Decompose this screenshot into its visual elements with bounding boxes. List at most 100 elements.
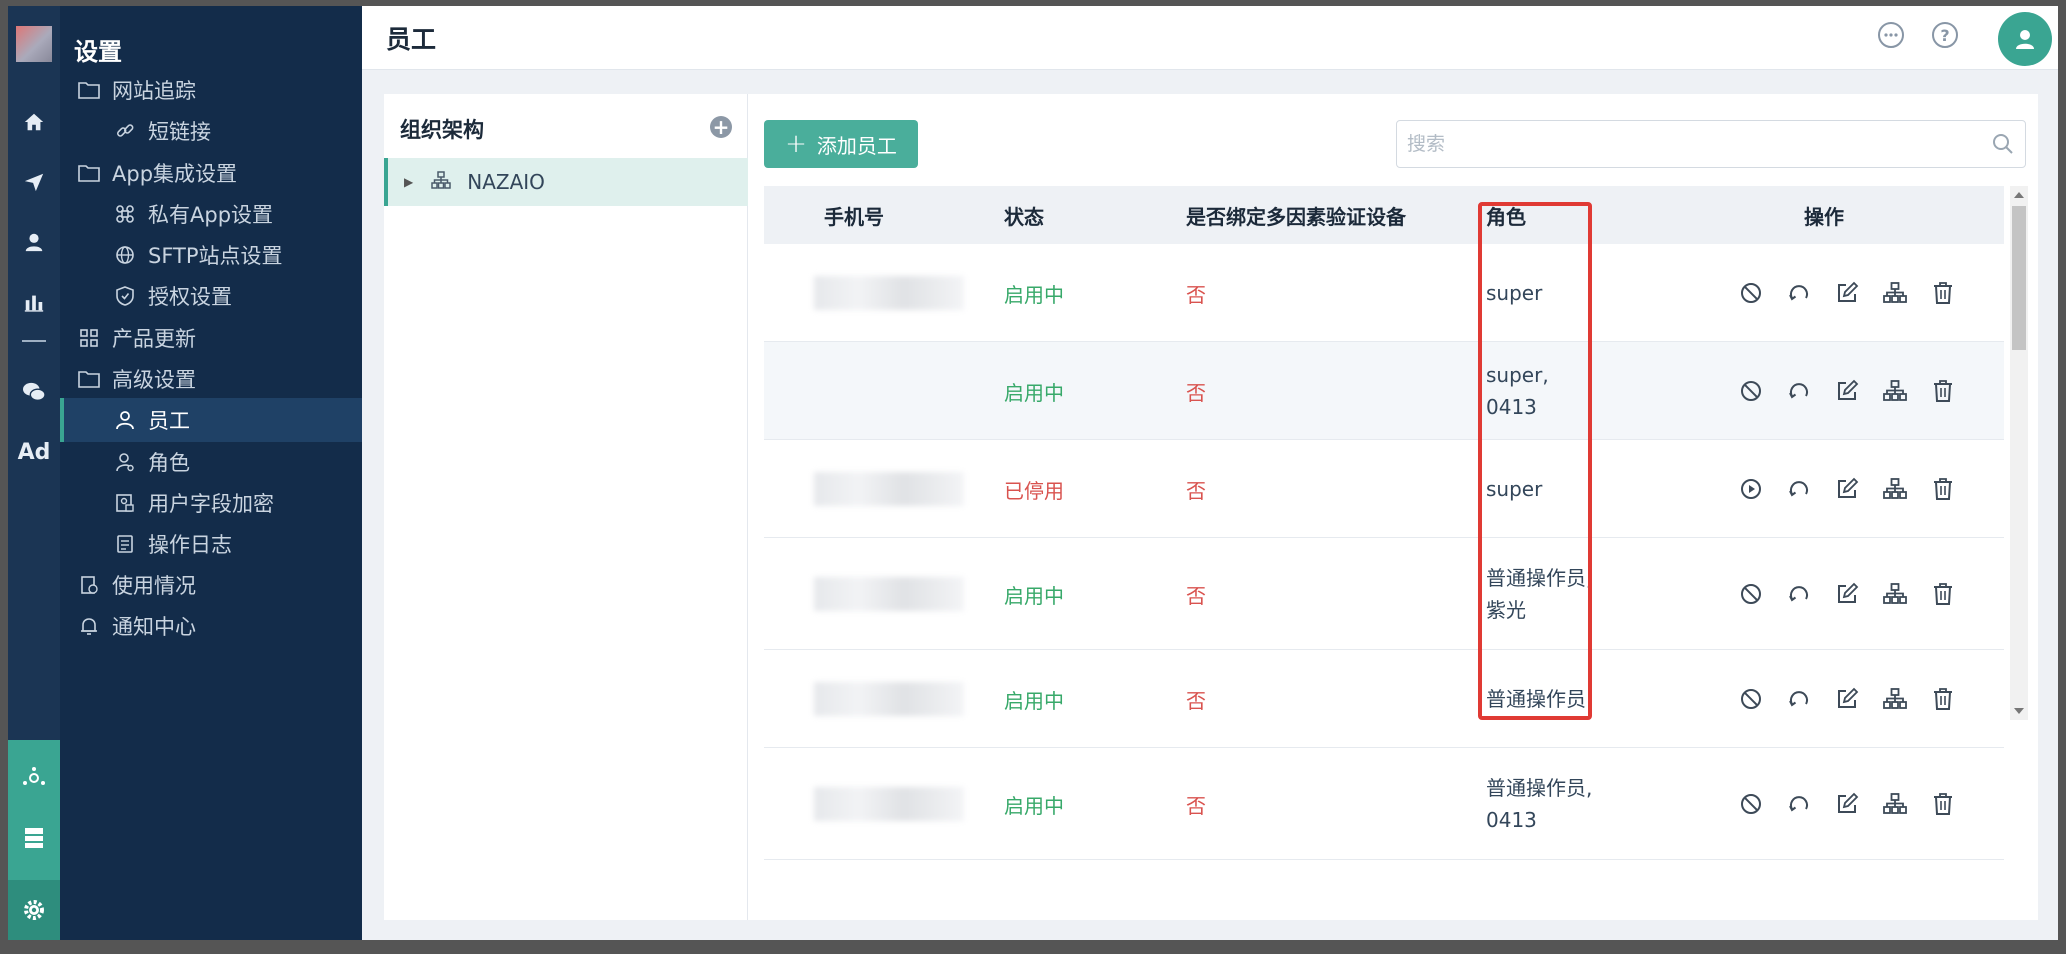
phone-number-redacted xyxy=(814,682,964,716)
globe-icon xyxy=(112,245,138,265)
sidebar-item-label: 网站追踪 xyxy=(112,79,196,103)
scroll-down-icon[interactable] xyxy=(2014,708,2024,714)
reset-password-icon[interactable] xyxy=(1782,472,1816,506)
sidebar-item-app-integration[interactable]: App集成设置 xyxy=(60,151,362,195)
scroll-thumb[interactable] xyxy=(2012,206,2026,350)
disable-icon[interactable] xyxy=(1734,787,1768,821)
sidebar-item-product-updates[interactable]: 产品更新 xyxy=(60,316,362,360)
delete-icon[interactable] xyxy=(1926,682,1960,716)
table-row[interactable]: 启用中 否 普通操作员 xyxy=(764,650,2004,748)
settings-gear-icon[interactable] xyxy=(8,880,60,940)
edit-icon[interactable] xyxy=(1830,682,1864,716)
server-icon[interactable] xyxy=(8,818,60,858)
sidebar-item-short-link[interactable]: 短链接 xyxy=(60,109,362,153)
reset-password-icon[interactable] xyxy=(1782,682,1816,716)
sidebar-item-label: 授权设置 xyxy=(148,285,232,309)
table-row[interactable]: 启用中 否 super xyxy=(764,244,2004,342)
disable-icon[interactable] xyxy=(1734,276,1768,310)
reset-password-icon[interactable] xyxy=(1782,787,1816,821)
disable-icon[interactable] xyxy=(1734,577,1768,611)
role-value: super, 0413 xyxy=(1486,363,1549,419)
sidebar-item-authorization[interactable]: 授权设置 xyxy=(60,274,362,318)
table-row[interactable]: 启用中 否 super, 0413 xyxy=(764,342,2004,440)
edit-icon[interactable] xyxy=(1830,472,1864,506)
send-icon[interactable] xyxy=(8,162,60,202)
col-phone: 手机号 xyxy=(824,204,884,229)
person-icon[interactable] xyxy=(8,222,60,262)
edit-icon[interactable] xyxy=(1830,276,1864,310)
org-tree-node[interactable]: ▶ NAZAIO xyxy=(384,158,748,206)
department-icon[interactable] xyxy=(1878,577,1912,611)
home-icon[interactable] xyxy=(8,102,60,142)
role-value: 普通操作员, 紫光 xyxy=(1486,566,1593,622)
phone-number-redacted xyxy=(814,472,964,506)
ad-icon[interactable]: Ad xyxy=(8,432,60,472)
sidebar-item-label: 私有App设置 xyxy=(148,203,274,227)
sidebar-item-operation-log[interactable]: 操作日志 xyxy=(60,522,362,566)
rail-divider xyxy=(22,340,46,342)
table-row[interactable]: 启用中 否 普通操作员, 紫光 xyxy=(764,538,2004,650)
reset-password-icon[interactable] xyxy=(1782,577,1816,611)
sidebar-item-usage[interactable]: 使用情况 xyxy=(60,563,362,607)
sidebar-item-advanced-settings[interactable]: 高级设置 xyxy=(60,357,362,401)
delete-icon[interactable] xyxy=(1926,374,1960,408)
sidebar-item-field-encryption[interactable]: 用户字段加密 xyxy=(60,481,362,525)
bar-chart-icon[interactable] xyxy=(8,282,60,322)
department-icon[interactable] xyxy=(1878,374,1912,408)
delete-icon[interactable] xyxy=(1926,276,1960,310)
department-icon[interactable] xyxy=(1878,472,1912,506)
table-row[interactable]: 已停用 否 super xyxy=(764,440,2004,538)
search-icon[interactable] xyxy=(1991,132,2015,160)
table-scrollbar[interactable] xyxy=(2010,186,2028,720)
sidebar-item-label: 用户字段加密 xyxy=(148,492,274,516)
edit-icon[interactable] xyxy=(1830,787,1864,821)
integration-icon[interactable] xyxy=(8,758,60,798)
avatar[interactable] xyxy=(1998,12,2052,66)
sidebar-item-roles[interactable]: 角色 xyxy=(60,440,362,484)
mfa-bound-value: 否 xyxy=(1186,282,1206,307)
scroll-up-icon[interactable] xyxy=(2014,192,2024,198)
sidebar-item-label: 高级设置 xyxy=(112,368,196,392)
department-icon[interactable] xyxy=(1878,787,1912,821)
sidebar-item-private-app[interactable]: 私有App设置 xyxy=(60,192,362,236)
department-icon[interactable] xyxy=(1878,682,1912,716)
folder-icon xyxy=(76,370,102,388)
wechat-icon[interactable] xyxy=(8,372,60,412)
row-actions xyxy=(1734,577,1960,611)
search-input[interactable] xyxy=(1407,129,1967,159)
col-actions: 操作 xyxy=(1804,204,1844,229)
disable-icon[interactable] xyxy=(1734,682,1768,716)
mfa-bound-value: 否 xyxy=(1186,583,1206,608)
command-icon xyxy=(112,204,138,224)
reset-password-icon[interactable] xyxy=(1782,374,1816,408)
help-icon[interactable]: ? xyxy=(1932,22,1958,48)
department-icon[interactable] xyxy=(1878,276,1912,310)
edit-icon[interactable] xyxy=(1830,577,1864,611)
usage-icon xyxy=(76,575,102,595)
disable-icon[interactable] xyxy=(1734,374,1768,408)
page-header: 员工 ? xyxy=(362,6,2058,70)
role-value: super xyxy=(1486,281,1543,305)
delete-icon[interactable] xyxy=(1926,787,1960,821)
add-employee-label: 添加员工 xyxy=(816,133,897,158)
delete-icon[interactable] xyxy=(1926,577,1960,611)
caret-right-icon[interactable]: ▶ xyxy=(404,175,413,189)
table-row[interactable]: 启用中 否 普通操作员, 0413 xyxy=(764,748,2004,860)
rail-bottom xyxy=(8,740,60,940)
search-box[interactable] xyxy=(1396,120,2026,168)
col-status: 状态 xyxy=(1004,204,1044,229)
edit-icon[interactable] xyxy=(1830,374,1864,408)
sidebar-item-label: 通知中心 xyxy=(112,615,196,639)
delete-icon[interactable] xyxy=(1926,472,1960,506)
reset-password-icon[interactable] xyxy=(1782,276,1816,310)
enable-icon[interactable] xyxy=(1734,472,1768,506)
sidebar-item-sftp[interactable]: SFTP站点设置 xyxy=(60,233,362,277)
add-department-icon[interactable]: + xyxy=(710,116,732,138)
sidebar-item-employees[interactable]: 员工 xyxy=(60,398,362,442)
settings-sidebar: 设置 网站追踪 短链接 App集成设置 私有App设置 SFTP站点设置 授权设… xyxy=(60,6,362,940)
sidebar-item-notifications[interactable]: 通知中心 xyxy=(60,604,362,648)
page-title: 员工 xyxy=(386,25,437,54)
add-employee-button[interactable]: + 添加员工 xyxy=(764,120,918,168)
sidebar-item-website-tracking[interactable]: 网站追踪 xyxy=(60,68,362,112)
chat-icon[interactable] xyxy=(1878,22,1904,48)
